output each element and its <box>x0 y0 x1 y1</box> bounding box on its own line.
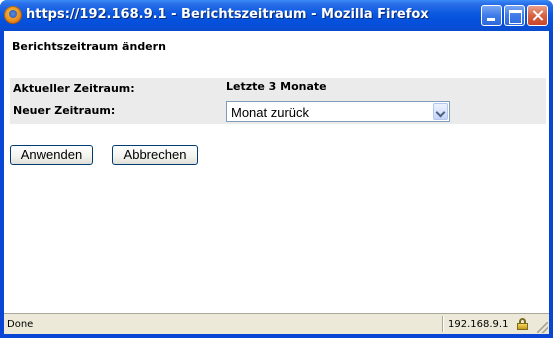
current-range-label: Aktueller Zeitraum: <box>13 82 135 95</box>
chevron-down-icon[interactable] <box>433 103 448 120</box>
status-bar: Done 192.168.9.1 <box>4 313 549 334</box>
apply-button[interactable]: Anwenden <box>10 145 93 165</box>
title-bar[interactable]: https://192.168.9.1 - Berichtszeitraum -… <box>0 0 553 31</box>
page-title: Berichtszeitraum ändern <box>12 40 166 53</box>
lock-icon[interactable] <box>517 318 528 330</box>
browser-window: https://192.168.9.1 - Berichtszeitraum -… <box>0 0 553 338</box>
new-range-row: Neuer Zeitraum: Monat zurück <box>10 98 546 124</box>
new-range-label: Neuer Zeitraum: <box>13 104 116 117</box>
new-range-select[interactable]: Monat zurück <box>226 101 450 122</box>
current-range-row: Aktueller Zeitraum: Letzte 3 Monate <box>10 78 546 98</box>
dialog-content: Berichtszeitraum ändern Aktueller Zeitra… <box>4 31 549 313</box>
close-button[interactable] <box>527 5 548 26</box>
window-title: https://192.168.9.1 - Berichtszeitraum -… <box>26 7 429 22</box>
firefox-icon <box>4 6 22 24</box>
minimize-button[interactable] <box>481 5 502 26</box>
resize-grip-icon[interactable] <box>537 322 548 333</box>
status-divider <box>442 316 443 332</box>
maximize-button[interactable] <box>504 5 525 26</box>
new-range-selected-value: Monat zurück <box>231 105 310 120</box>
status-host: 192.168.9.1 <box>448 319 509 330</box>
cancel-button[interactable]: Abbrechen <box>112 145 198 165</box>
status-text: Done <box>7 319 34 330</box>
current-range-value: Letzte 3 Monate <box>226 80 327 93</box>
